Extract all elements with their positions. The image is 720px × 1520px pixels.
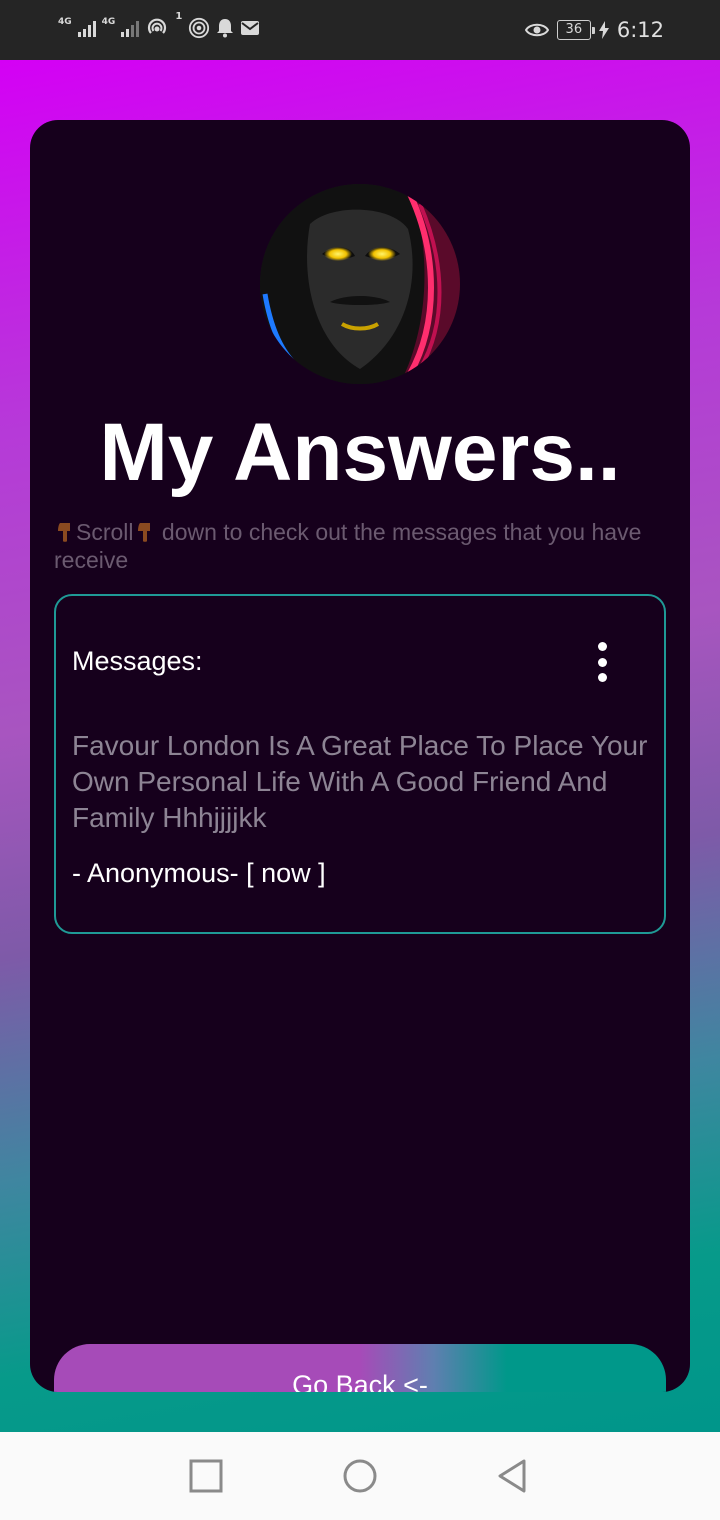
messages-label: Messages: [72, 646, 203, 676]
network-type-2: 4G [101, 17, 116, 27]
pointing-down-hand-icon [58, 523, 70, 542]
signal-icon [77, 19, 96, 37]
message-meta: - Anonymous- [ now ] [72, 858, 326, 888]
go-back-button[interactable]: Go Back <- [54, 1344, 666, 1392]
recent-apps-icon[interactable] [188, 1458, 224, 1494]
mail-icon [240, 20, 260, 36]
wifi-hotspot-icon [188, 17, 210, 39]
status-bar: 4G 4G 1 36 6:12 [0, 0, 720, 60]
status-right: 36 6:12 [524, 18, 664, 42]
network-type-1: 4G [58, 17, 72, 27]
status-left: 4G 4G 1 [58, 11, 260, 40]
masked-figure-image [260, 184, 460, 384]
signal-icon [121, 19, 140, 37]
home-icon[interactable] [342, 1458, 378, 1494]
eye-icon [524, 21, 549, 39]
clock: 6:12 [616, 18, 664, 42]
message-text: Favour London Is A Great Place To Place … [72, 730, 648, 833]
more-options-icon[interactable] [592, 642, 612, 682]
hotspot-icon [145, 16, 169, 40]
pointing-down-hand-icon [137, 523, 150, 542]
scroll-hint-word: Scroll [76, 519, 134, 545]
notification-bell-icon [216, 18, 234, 38]
hotspot-badge: 1 [175, 10, 183, 22]
system-nav-bar [0, 1432, 720, 1520]
battery-icon: 36 [556, 20, 595, 40]
page-title: My Answers.. [99, 407, 621, 498]
back-icon[interactable] [494, 1458, 530, 1494]
main-card: My Answers.. Scroll down to check out th… [30, 120, 690, 1392]
avatar [260, 184, 460, 384]
message-card: Messages: Favour London Is A Great Place… [54, 594, 666, 934]
charging-icon [598, 21, 609, 39]
scroll-hint: Scroll down to check out the messages th… [54, 518, 654, 574]
